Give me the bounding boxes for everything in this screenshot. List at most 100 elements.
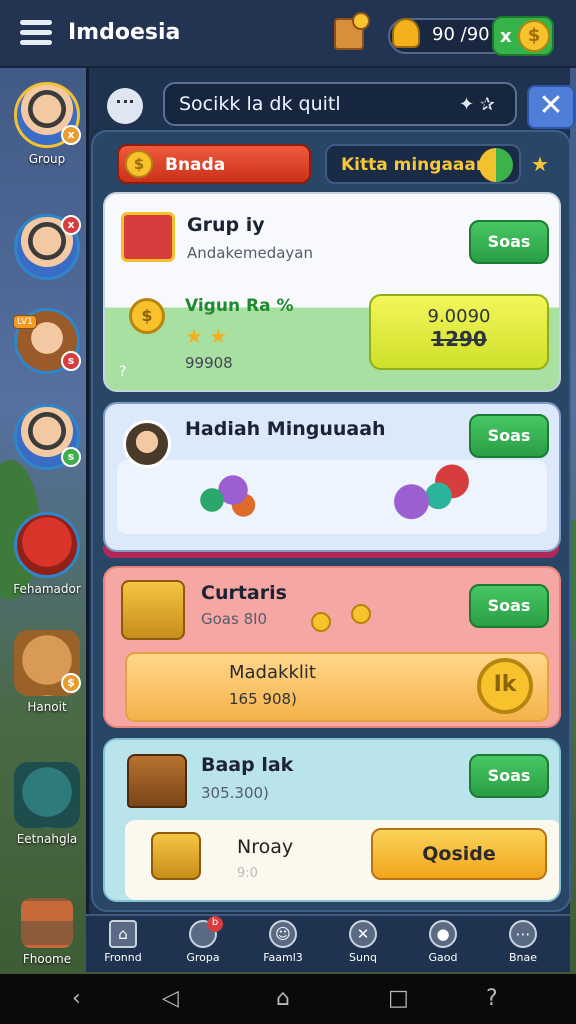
reward-label: Vigun Ra % — [185, 296, 294, 316]
tab-gift[interactable]: b Gropa — [168, 916, 238, 964]
face-icon: ☺ — [269, 920, 297, 948]
bottom-tab-bar: ⌂ Fronnd b Gropa ☺ Faaml3 ✕ Sunq ● Gaod … — [86, 914, 570, 972]
menu-icon[interactable] — [20, 20, 52, 46]
tab-face[interactable]: ☺ Faaml3 — [248, 920, 318, 964]
tab-game[interactable]: ● Gaod — [408, 920, 478, 964]
friend-item[interactable]: Fhoome — [10, 898, 84, 966]
tab-cross[interactable]: ✕ Sunq — [328, 920, 398, 964]
group-card: Grup iy Andakemedayan Soas $ Vigun Ra % … — [103, 192, 561, 392]
main-panel: ✦ ✰ ✕ $ Bnada Mgmatar Kitta mingaaan ★ G… — [86, 68, 575, 914]
add-coins-button[interactable]: x $ — [492, 16, 554, 56]
tab-label: Fronnd — [104, 951, 142, 964]
friend-item[interactable]: Fehamador — [10, 512, 84, 596]
back-icon[interactable]: ‹ — [72, 986, 81, 1011]
card-title: Grup iy — [187, 214, 265, 236]
search-row: ✦ ✰ ✕ — [99, 76, 575, 129]
claim-button[interactable]: Soas — [469, 584, 549, 628]
spin-wheel-icon — [479, 148, 513, 182]
avatar: $ — [14, 630, 81, 696]
home-icon: ⌂ — [109, 920, 137, 948]
tab-label: Sunq — [349, 951, 377, 964]
avatar — [21, 898, 73, 948]
strip-title: Madakklit — [229, 662, 316, 683]
weekly-reward-card: Hadiah Minguuaah Soas — [103, 402, 561, 552]
card-title: Baap lak — [201, 754, 294, 776]
tab-label: Bnae — [508, 951, 538, 964]
curtaris-card: Curtaris Goas 8I0 Soas Madakklit 165 908… — [103, 566, 561, 728]
tab-label: Gaod — [428, 951, 458, 964]
coin-icon: $ — [518, 20, 550, 52]
coin-icon: $ — [129, 298, 165, 334]
strip-value: 9:0 — [237, 866, 258, 881]
coin-button[interactable]: Ik — [477, 658, 533, 714]
close-button[interactable]: ✕ — [527, 85, 575, 129]
stars-rating: ★ ★ — [185, 324, 228, 348]
reward-value: 99908 — [185, 354, 233, 372]
card-subtitle: Andakemedayan — [187, 244, 313, 262]
friend-label: Fhoome — [22, 952, 72, 966]
price-old: 1290 — [431, 327, 487, 351]
claim-button[interactable]: Soas — [469, 220, 549, 264]
back-triangle-icon[interactable]: ◁ — [162, 986, 179, 1011]
avatar-badge: x — [61, 215, 81, 235]
avatar — [14, 762, 80, 828]
claim-button[interactable]: Soas — [469, 754, 549, 798]
gift-boxes-icon — [389, 464, 479, 522]
tab-secondary-label: Kitta mingaaan — [341, 155, 488, 175]
price-box[interactable]: 9.0090 1290 — [369, 294, 549, 370]
action-button[interactable]: Qoside — [371, 828, 547, 880]
tab-more[interactable]: ⋯ Bnae — [488, 920, 558, 964]
friend-label: Fehamador — [13, 582, 81, 596]
reward-strip: Nroay 9:0 Qoside — [125, 820, 559, 900]
crate-icon — [121, 212, 175, 262]
avatar: x — [14, 214, 81, 280]
friends-rail: x Group x LV1 s s Fehamador $ Hanoit Eet… — [0, 72, 92, 972]
gift-pile-icon — [191, 470, 261, 520]
tab-home[interactable]: ⌂ Fronnd — [88, 920, 158, 964]
strip-title: Nroay — [237, 836, 294, 858]
avatar-badge: $ — [61, 673, 81, 693]
card-title: Curtaris — [201, 582, 287, 604]
friend-item[interactable]: LV1 s — [10, 308, 84, 374]
price-new: 9.0090 — [427, 306, 491, 327]
coin-icon: $ — [125, 150, 153, 178]
coin-icon — [311, 612, 331, 632]
friend-label: Hanoit — [27, 700, 67, 714]
claim-button[interactable]: Soas — [469, 414, 549, 458]
card-title: Hadiah Minguuaah — [185, 418, 386, 440]
card-subtitle: 305.300) — [201, 784, 269, 802]
friend-item[interactable]: $ Hanoit — [10, 630, 84, 714]
app-title: Imdoesia — [68, 20, 181, 45]
help-icon[interactable]: ? — [486, 986, 498, 1011]
avatar: LV1 s — [13, 308, 81, 374]
baaplak-card: Baap lak 305.300) Soas Nroay 9:0 Qoside — [103, 738, 561, 902]
recents-icon[interactable]: □ — [388, 986, 409, 1011]
avatar-badge: x — [61, 125, 81, 145]
avatar-badge: s — [61, 351, 81, 371]
reward-strip: Madakklit 165 908) Ik — [125, 652, 549, 722]
gift-icon: b — [189, 916, 223, 948]
tab-primary[interactable]: $ Bnada Mgmatar — [117, 144, 311, 213]
more-icon: ⋯ — [509, 920, 537, 948]
home-nav-icon[interactable]: ⌂ — [276, 986, 290, 1011]
avatar — [14, 512, 80, 578]
avatar — [123, 420, 171, 468]
info-icon[interactable]: ? — [119, 364, 126, 380]
star-icon: ★ — [531, 152, 549, 176]
level-tag: LV1 — [13, 315, 37, 329]
friend-item[interactable]: x Group — [10, 82, 84, 166]
friend-item[interactable]: Eetnahgla — [10, 762, 84, 846]
currency-value: 90 /90 — [432, 24, 490, 45]
avatar: x — [14, 82, 81, 148]
gift-box-icon[interactable] — [334, 12, 370, 50]
content-area: $ Bnada Mgmatar Kitta mingaaan ★ Grup iy… — [91, 130, 571, 912]
chest-icon — [127, 754, 187, 808]
reward-area — [117, 460, 547, 534]
top-bar: Imdoesia 90 /90 x $ — [0, 0, 576, 68]
notification-badge: b — [207, 916, 223, 932]
android-nav-bar: ‹ ◁ ⌂ □ ? — [0, 974, 576, 1024]
search-tools-icon[interactable]: ✦ ✰ — [459, 94, 495, 115]
tab-secondary[interactable]: Kitta mingaaan — [325, 144, 521, 184]
friend-item[interactable]: x — [10, 214, 84, 280]
friend-item[interactable]: s — [10, 404, 84, 470]
